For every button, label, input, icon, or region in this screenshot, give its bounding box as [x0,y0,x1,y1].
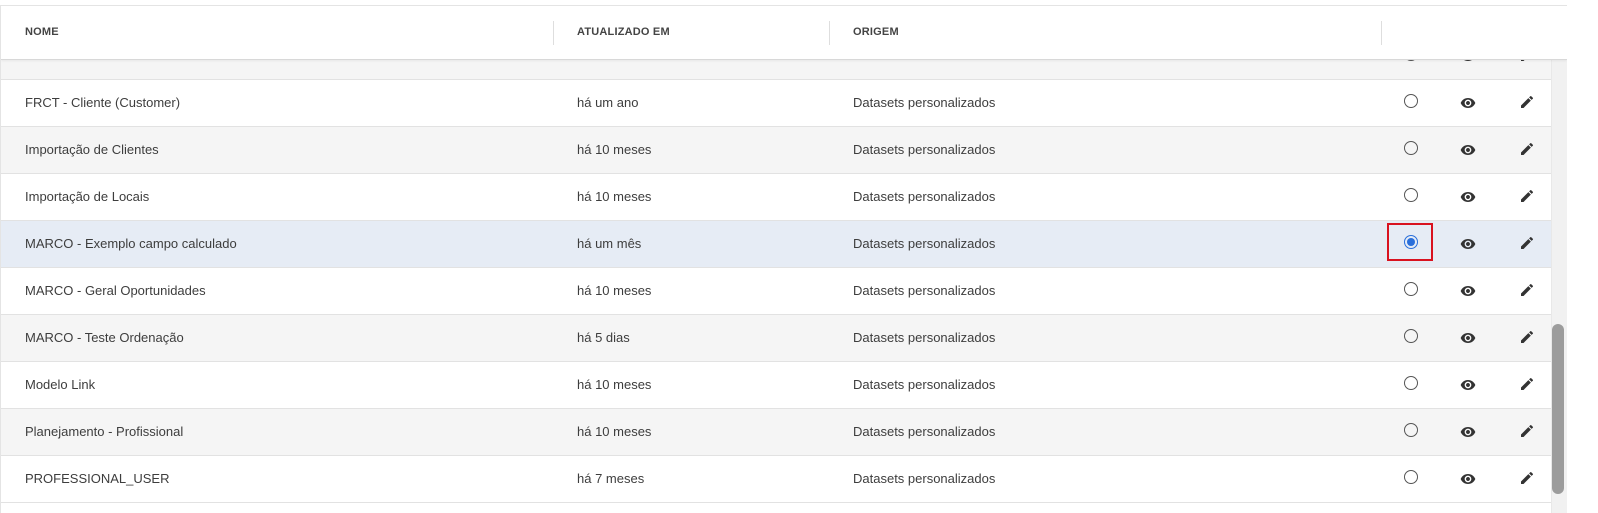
eye-icon[interactable] [1459,95,1477,111]
updated-at: há um ano [577,95,639,110]
origin: Datasets personalizados [853,142,996,157]
eye-icon[interactable] [1459,283,1477,299]
column-header-origin[interactable]: ORIGEM [853,6,899,59]
updated-at: há 10 meses [577,189,652,204]
dataset-name: PROFESSIONAL_USER [25,471,170,486]
dataset-name: Importação de Locais [25,189,150,204]
select-radio-icon[interactable] [1404,329,1418,343]
dataset-name: MARCO - Geral Oportunidades [25,283,206,298]
updated-at: há 10 meses [577,142,652,157]
origin: Datasets personalizados [853,377,996,392]
column-header-updated[interactable]: ATUALIZADO EM [577,6,670,59]
eye-icon[interactable] [1459,142,1477,158]
pencil-icon[interactable] [1519,282,1535,298]
highlight-box [1387,223,1433,261]
select-radio-icon[interactable] [1404,188,1418,202]
dataset-name: MARCO - Exemplo campo calculado [25,236,237,251]
scrollbar-thumb[interactable] [1552,324,1564,494]
eye-icon[interactable] [1459,189,1477,205]
column-divider [829,21,830,45]
select-radio-icon[interactable] [1404,423,1418,437]
select-radio-icon[interactable] [1404,141,1418,155]
table-row[interactable]: FRCT - Cliente (Customer) há um ano Data… [1,80,1551,127]
column-divider [553,21,554,45]
select-radio-icon[interactable] [1404,94,1418,108]
column-divider [1381,21,1382,45]
pencil-icon[interactable] [1519,423,1535,439]
eye-icon[interactable] [1459,330,1477,346]
origin: Datasets personalizados [853,424,996,439]
datasets-table: NOME ATUALIZADO EM ORIGEM FRCT - Cliente… [0,5,1567,513]
updated-at: há 10 meses [577,424,652,439]
origin: Datasets personalizados [853,283,996,298]
pencil-icon[interactable] [1519,94,1535,110]
origin: Datasets personalizados [853,236,996,251]
column-header-name[interactable]: NOME [25,6,59,59]
pencil-icon[interactable] [1519,329,1535,345]
dataset-name: Importação de Clientes [25,142,159,157]
table-row[interactable]: Importação de Locais há 10 meses Dataset… [1,174,1551,221]
dataset-name: Modelo Link [25,377,96,392]
table-row[interactable]: PROFESSIONAL_USER há 7 meses Datasets pe… [1,456,1551,503]
updated-at: há 10 meses [577,283,652,298]
dataset-name: MARCO - Teste Ordenação [25,330,184,345]
table-row[interactable]: MARCO - Geral Oportunidades há 10 meses … [1,268,1551,315]
table-row[interactable]: Modelo Link há 10 meses Datasets persona… [1,362,1551,409]
table-row[interactable]: MARCO - Teste Ordenação há 5 dias Datase… [1,315,1551,362]
select-radio-icon[interactable] [1404,470,1418,484]
origin: Datasets personalizados [853,471,996,486]
origin: Datasets personalizados [853,189,996,204]
updated-at: há 5 dias [577,330,630,345]
table-header: NOME ATUALIZADO EM ORIGEM [1,6,1567,60]
updated-at: há um mês [577,236,642,251]
pencil-icon[interactable] [1519,235,1535,251]
table-row[interactable]: Importação de Clientes há 10 meses Datas… [1,127,1551,174]
pencil-icon[interactable] [1519,376,1535,392]
updated-at: há 7 meses [577,471,645,486]
dataset-name: Planejamento - Profissional [25,424,184,439]
table-row[interactable]: MARCO - Exemplo campo calculado há um mê… [1,221,1551,268]
pencil-icon[interactable] [1519,188,1535,204]
select-radio-icon[interactable] [1404,282,1418,296]
pencil-icon[interactable] [1519,141,1535,157]
select-radio-icon[interactable] [1404,376,1418,390]
origin: Datasets personalizados [853,330,996,345]
eye-icon[interactable] [1459,236,1477,252]
eye-icon[interactable] [1459,471,1477,487]
eye-icon[interactable] [1459,377,1477,393]
dataset-name: FRCT - Cliente (Customer) [25,95,181,110]
eye-icon[interactable] [1459,424,1477,440]
origin: Datasets personalizados [853,95,996,110]
table-row[interactable]: Planejamento - Profissional há 10 meses … [1,409,1551,456]
updated-at: há 10 meses [577,377,652,392]
pencil-icon[interactable] [1519,470,1535,486]
